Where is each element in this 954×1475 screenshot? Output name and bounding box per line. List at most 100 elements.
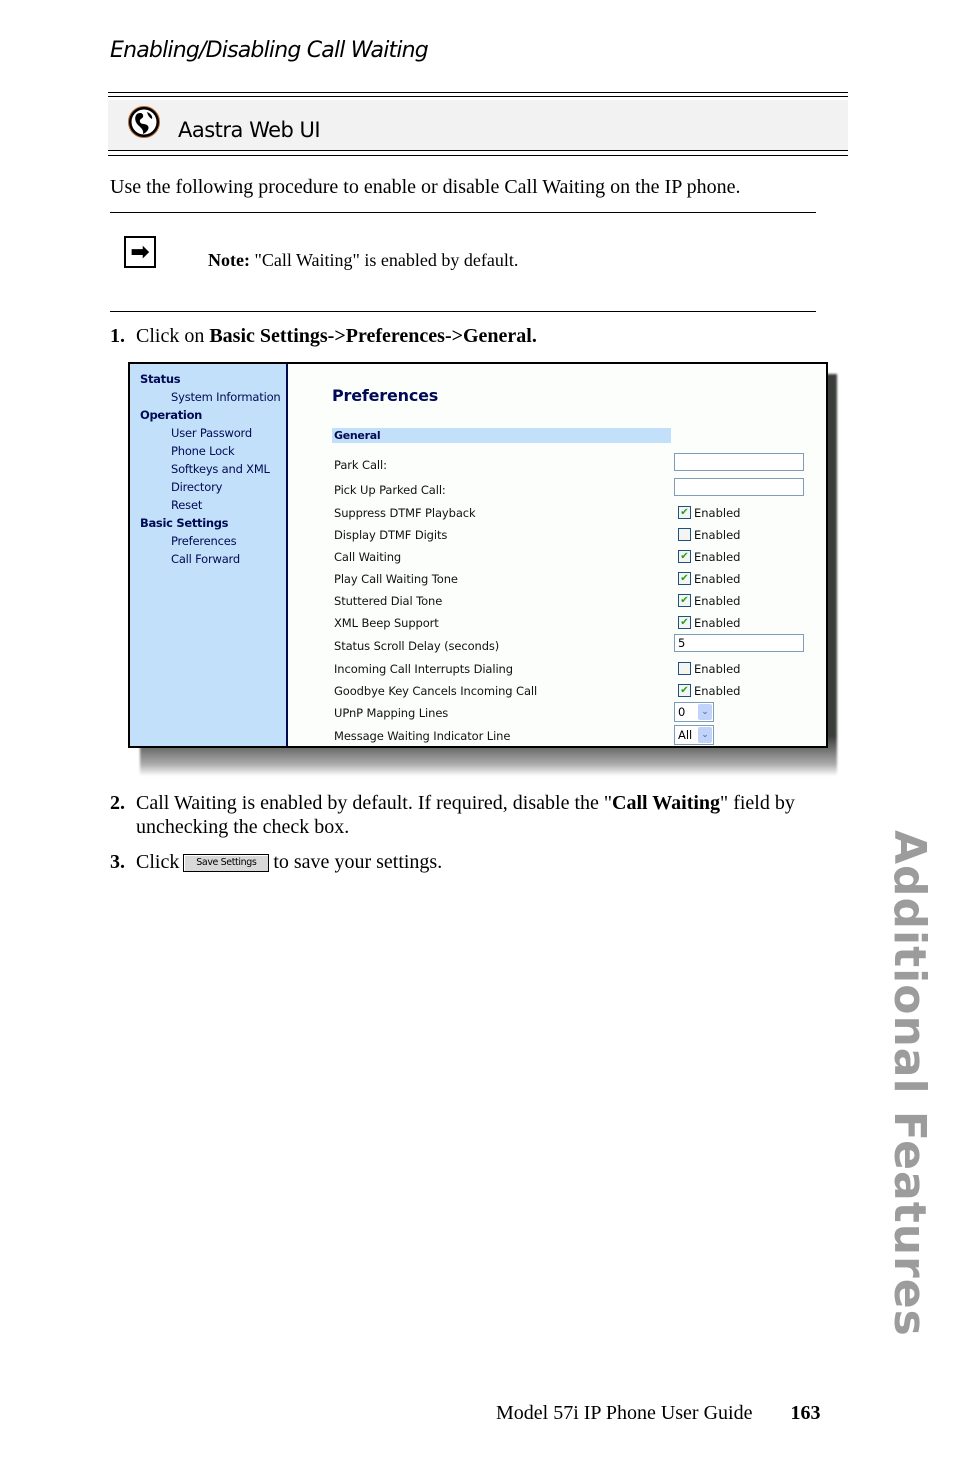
web-ui-page-title: Preferences: [332, 386, 439, 405]
setting-row-incoming-call-interrupts-dialing: Incoming Call Interrupts Dialing Enabled: [332, 661, 812, 683]
note: Note: "Call Waiting" is enabled by defau…: [208, 250, 518, 271]
web-ui-screenshot: Status System Information Operation User Pa…: [128, 362, 828, 748]
setting-text-input[interactable]: [674, 478, 804, 496]
setting-row-upnp-mapping-lines: UPnP Mapping Lines 0 ⌄: [332, 702, 812, 727]
setting-row-display-dtmf-digits: Display DTMF Digits Enabled: [332, 527, 812, 549]
nav-item-directory[interactable]: Directory: [130, 478, 286, 496]
step-number: 1.: [110, 325, 125, 347]
setting-row-message-waiting-indicator-line: Message Waiting Indicator Line All ⌄: [332, 725, 812, 750]
step-text: to save your settings.: [273, 851, 443, 873]
setting-row-status-scroll-delay-seconds: Status Scroll Delay (seconds) 5: [332, 634, 812, 660]
step-number: 2.: [110, 792, 125, 814]
setting-row-suppress-dtmf-playback: Suppress DTMF Playback ✔ Enabled: [332, 505, 812, 527]
setting-label: Stuttered Dial Tone: [334, 594, 443, 608]
setting-label: Pick Up Parked Call:: [334, 483, 446, 497]
nav-item-reset[interactable]: Reset: [130, 496, 286, 514]
setting-checkbox[interactable]: [678, 662, 691, 675]
setting-checkbox[interactable]: ✔: [678, 550, 691, 563]
checkmark-icon: ✔: [680, 616, 689, 628]
step-text-cont: unchecking the check box.: [136, 816, 350, 838]
setting-row-goodbye-key-cancels-incoming-call: Goodbye Key Cancels Incoming Call ✔ Enable…: [332, 683, 812, 705]
note-body: "Call Waiting" is enabled by default.: [249, 250, 519, 270]
setting-text-input[interactable]: 5: [674, 634, 804, 652]
checkmark-icon: ✔: [680, 506, 689, 518]
checkmark-icon: ✔: [680, 572, 689, 584]
nav-item-call-forward[interactable]: Call Forward: [130, 550, 286, 568]
checkbox-label: Enabled: [694, 528, 741, 542]
setting-label: UPnP Mapping Lines: [334, 706, 449, 720]
checkbox-label: Enabled: [694, 594, 741, 608]
step-field-name: Call Waiting: [612, 792, 721, 814]
checkbox-label: Enabled: [694, 616, 741, 630]
step-text: Click: [136, 851, 180, 873]
setting-label: Park Call:: [334, 458, 387, 472]
step-2: 2. Call Waiting is enabled by default. If…: [110, 791, 795, 839]
checkbox-label: Enabled: [694, 572, 741, 586]
checkmark-icon: ✔: [680, 550, 689, 562]
step-text: Click on: [136, 325, 210, 347]
nav-group-basic-settings: Basic Settings: [140, 516, 229, 530]
banner-top-rule: [108, 92, 848, 93]
page-number: 163: [790, 1402, 821, 1424]
nav-item-user-password[interactable]: User Password: [130, 424, 286, 442]
setting-row-pick-up-parked-call: Pick Up Parked Call:: [332, 478, 812, 504]
nav-item-softkeys-and-xml[interactable]: Softkeys and XML: [130, 460, 286, 478]
setting-label: Goodbye Key Cancels Incoming Call: [334, 684, 538, 698]
chevron-down-icon[interactable]: ⌄: [698, 727, 712, 743]
setting-row-park-call: Park Call:: [332, 453, 812, 479]
setting-checkbox[interactable]: ✔: [678, 572, 691, 585]
nav-item-system-information[interactable]: System Information: [130, 388, 286, 406]
note-prefix: Note:: [208, 250, 250, 270]
step-text: Call Waiting is enabled by default. If r…: [136, 792, 613, 814]
setting-checkbox[interactable]: ✔: [678, 506, 691, 519]
setting-label: XML Beep Support: [334, 616, 439, 630]
setting-label: Call Waiting: [334, 550, 402, 564]
step-1: 1. Click on Basic Settings->Preferences->…: [110, 324, 537, 348]
banner-bottom-rule: [108, 150, 848, 151]
save-settings-button[interactable]: Save Settings: [183, 854, 270, 873]
note-bottom-rule: [110, 311, 816, 312]
nav-group-operation: Operation: [140, 408, 203, 422]
group-header-general: General: [332, 428, 671, 443]
setting-row-stuttered-dial-tone: Stuttered Dial Tone ✔ Enabled: [332, 593, 812, 615]
step-path: Basic Settings->Preferences->General.: [209, 325, 537, 347]
setting-label: Status Scroll Delay (seconds): [334, 639, 500, 653]
chapter-side-tab: Additional Features: [875, 830, 935, 1350]
chevron-down-icon[interactable]: ⌄: [698, 704, 712, 720]
setting-label: Suppress DTMF Playback: [334, 506, 476, 520]
web-ui-content: Preferences General Park Call: Pick Up Pa…: [288, 364, 826, 746]
checkbox-label: Enabled: [694, 684, 741, 698]
setting-checkbox[interactable]: ✔: [678, 594, 691, 607]
setting-checkbox[interactable]: ✔: [678, 684, 691, 697]
note-top-rule: [110, 212, 816, 213]
setting-label: Message Waiting Indicator Line: [334, 729, 511, 743]
setting-label: Display DTMF Digits: [334, 528, 448, 542]
setting-text-input[interactable]: [674, 453, 804, 471]
select-value: 0: [678, 705, 686, 719]
setting-checkbox[interactable]: ✔: [678, 616, 691, 629]
step-3: 3. Click Save Settings to save your setting…: [110, 850, 442, 874]
setting-label: Play Call Waiting Tone: [334, 572, 458, 586]
setting-label: Incoming Call Interrupts Dialing: [334, 662, 513, 676]
setting-checkbox[interactable]: [678, 528, 691, 541]
banner-label: Aastra Web UI: [178, 118, 321, 142]
setting-select[interactable]: 0 ⌄: [674, 702, 714, 722]
checkmark-icon: ✔: [680, 594, 689, 606]
section-title: Enabling/Disabling Call Waiting: [110, 38, 429, 63]
checkbox-label: Enabled: [694, 550, 741, 564]
nav-item-phone-lock[interactable]: Phone Lock: [130, 442, 286, 460]
globe-icon: [128, 106, 160, 138]
setting-row-play-call-waiting-tone: Play Call Waiting Tone ✔ Enabled: [332, 571, 812, 593]
intro-text: Use the following procedure to enable or…: [110, 176, 741, 198]
setting-select[interactable]: All ⌄: [674, 725, 714, 745]
nav-item-preferences[interactable]: Preferences: [130, 532, 286, 550]
step-text: " field by: [720, 792, 795, 814]
setting-row-call-waiting: Call Waiting ✔ Enabled: [332, 549, 812, 571]
step-number: 3.: [110, 851, 125, 873]
arrow-right-icon: ➡: [124, 236, 156, 268]
nav-group-status: Status: [140, 372, 181, 386]
aastra-web-ui-banner: Aastra Web UI: [108, 92, 848, 156]
web-ui-sidebar: Status System Information Operation User Pa…: [130, 364, 288, 746]
select-value: All: [678, 728, 693, 742]
guide-title: Model 57i IP Phone User Guide: [496, 1402, 753, 1424]
